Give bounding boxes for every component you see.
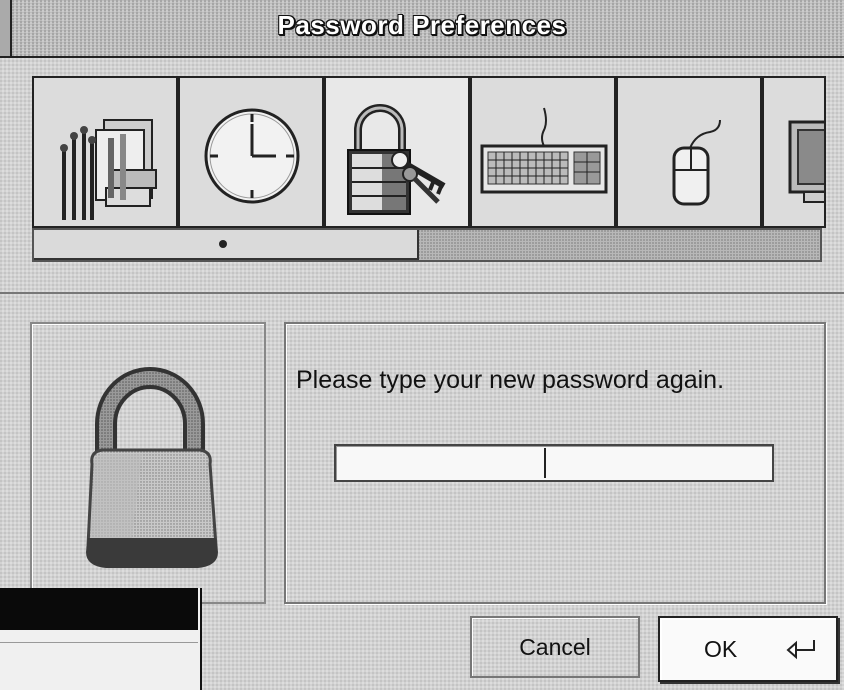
pref-tile-display[interactable] bbox=[764, 78, 824, 226]
cancel-button[interactable]: Cancel bbox=[470, 616, 640, 678]
title-bar[interactable]: Password Preferences bbox=[0, 0, 844, 58]
overlapping-window-titlebar[interactable] bbox=[0, 588, 198, 630]
pref-tile-general[interactable] bbox=[34, 78, 178, 226]
general-settings-icon bbox=[60, 119, 157, 220]
padlock-icon bbox=[86, 367, 218, 568]
mouse-icon bbox=[672, 119, 721, 206]
password-prompt: Please type your new password again. bbox=[296, 366, 725, 394]
preferences-icon-strip bbox=[32, 76, 826, 228]
return-key-icon bbox=[786, 640, 815, 660]
scroll-position-dot bbox=[219, 240, 227, 248]
monitor-icon bbox=[788, 120, 824, 203]
password-entry-panel: Please type your new password again. bbox=[284, 322, 826, 604]
padlock-illustration-panel bbox=[30, 322, 266, 604]
window-title: Password Preferences bbox=[277, 10, 567, 40]
password-field[interactable] bbox=[334, 444, 774, 482]
ok-button[interactable]: OK bbox=[658, 616, 838, 682]
text-cursor bbox=[544, 448, 546, 478]
preferences-icon-panel bbox=[0, 58, 844, 294]
icon-strip-scrollbar[interactable] bbox=[32, 228, 822, 262]
ok-label: OK bbox=[704, 636, 738, 662]
overlapping-window-fragment bbox=[0, 588, 202, 690]
scrollbar-thumb[interactable] bbox=[34, 230, 419, 260]
pref-tile-mouse[interactable] bbox=[618, 78, 762, 226]
divider bbox=[0, 642, 198, 643]
pref-tile-keyboard[interactable] bbox=[472, 78, 616, 226]
padlock-keys-icon bbox=[347, 104, 446, 215]
pref-tile-clock[interactable] bbox=[180, 78, 324, 226]
keyboard-icon bbox=[480, 107, 608, 194]
pref-tile-password[interactable] bbox=[326, 78, 470, 226]
clock-icon bbox=[204, 108, 300, 204]
